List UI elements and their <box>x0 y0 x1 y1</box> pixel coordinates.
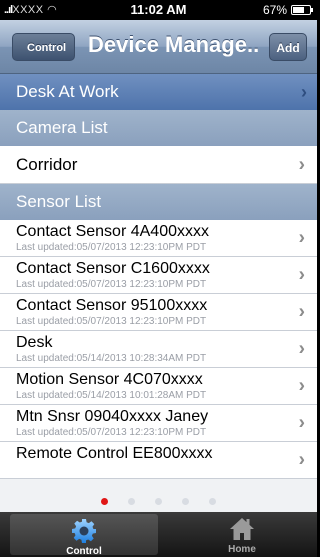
sensor-last-updated: Last updated:05/07/2013 12:23:10PM PDT <box>16 242 207 253</box>
page-dots[interactable] <box>0 493 317 511</box>
sensor-row[interactable]: Motion Sensor 4C070xxxx Last updated:05/… <box>0 368 317 405</box>
chevron-right-icon: › <box>298 264 305 286</box>
add-button[interactable]: Add <box>269 33 307 61</box>
location-row[interactable]: Desk At Work › <box>0 74 317 110</box>
back-button-label: Control <box>27 42 67 54</box>
gear-icon <box>72 519 96 543</box>
home-icon <box>230 518 254 540</box>
status-bar: ..ılXXXX ◠ 11:02 AM 67% <box>0 0 317 20</box>
camera-name: Corridor <box>16 155 78 174</box>
chevron-right-icon: › <box>301 82 307 102</box>
chevron-right-icon: › <box>298 449 305 471</box>
battery-fill <box>293 7 304 13</box>
location-label: Desk At Work <box>16 82 119 101</box>
sensor-last-updated: Last updated:05/14/2013 10:01:28AM PDT <box>16 390 207 401</box>
chevron-right-icon: › <box>298 338 305 360</box>
page-dot[interactable] <box>182 498 189 505</box>
sensor-name: Contact Sensor 95100xxxx <box>16 297 208 314</box>
sensor-name: Desk <box>16 334 53 351</box>
tab-bar: Control Home <box>0 512 317 557</box>
sensor-row[interactable]: Mtn Snsr 09040xxxx Janey Last updated:05… <box>0 405 317 442</box>
sensor-name: Mtn Snsr 09040xxxx Janey <box>16 408 209 425</box>
battery-icon <box>291 5 313 15</box>
chevron-right-icon: › <box>298 375 305 397</box>
chevron-right-icon: › <box>298 154 305 175</box>
sensor-row[interactable]: Contact Sensor 95100xxxx Last updated:05… <box>0 294 317 331</box>
chevron-right-icon: › <box>298 301 305 323</box>
sensor-section-header: Sensor List <box>0 184 317 220</box>
battery-percent: 67% <box>262 3 287 17</box>
navigation-bar: Control Device Manage... Add <box>0 20 317 74</box>
sensor-name: Motion Sensor 4C070xxxx <box>16 371 203 388</box>
device-list[interactable]: Desk At Work › Camera List Corridor › Se… <box>0 74 317 518</box>
camera-row[interactable]: Corridor › <box>0 146 317 184</box>
page-dot[interactable] <box>209 498 216 505</box>
camera-section-header: Camera List <box>0 110 317 146</box>
sensor-row[interactable]: Desk Last updated:05/14/2013 10:28:34AM … <box>0 331 317 368</box>
sensor-name: Remote Control EE800xxxx <box>16 445 213 462</box>
sensor-last-updated: Last updated:05/07/2013 12:23:10PM PDT <box>16 316 207 327</box>
tab-home-label: Home <box>228 544 256 555</box>
chevron-right-icon: › <box>298 412 305 434</box>
sensor-last-updated: Last updated:05/07/2013 12:23:10PM PDT <box>16 427 207 438</box>
sensor-name: Contact Sensor C1600xxxx <box>16 260 210 277</box>
sensor-row[interactable]: Contact Sensor 4A400xxxx Last updated:05… <box>0 220 317 257</box>
tab-home[interactable]: Home <box>168 512 316 557</box>
back-button[interactable]: Control <box>12 33 76 61</box>
page-dot-active[interactable] <box>101 498 108 505</box>
tab-control[interactable]: Control <box>10 514 158 557</box>
sensor-last-updated: Last updated:05/07/2013 12:23:10PM PDT <box>16 279 207 290</box>
page-dot[interactable] <box>155 498 162 505</box>
page-dot[interactable] <box>128 498 135 505</box>
sensor-row[interactable]: Remote Control EE800xxxx › <box>0 442 317 479</box>
sensor-row[interactable]: Contact Sensor C1600xxxx Last updated:05… <box>0 257 317 294</box>
sensor-last-updated: Last updated:05/14/2013 10:28:34AM PDT <box>16 353 207 364</box>
chevron-right-icon: › <box>298 227 305 249</box>
page-title: Device Manage... <box>88 32 258 57</box>
tab-control-label: Control <box>66 546 102 557</box>
sensor-name: Contact Sensor 4A400xxxx <box>16 223 209 240</box>
